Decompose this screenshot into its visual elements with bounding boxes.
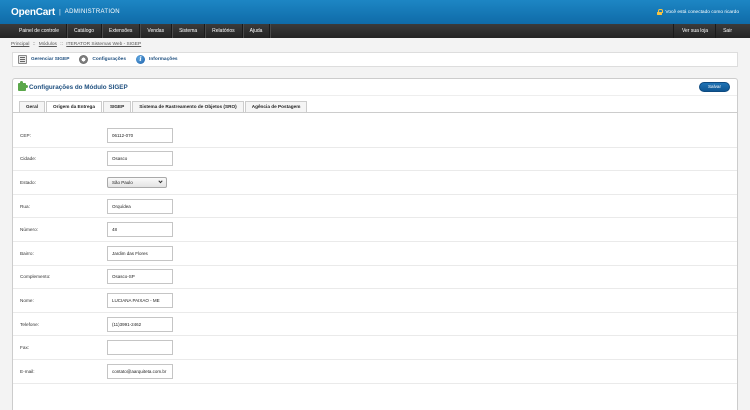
tab-origin[interactable]: Origem da Entrega [46,101,102,112]
tab-general[interactable]: Geral [19,101,45,112]
form-row-nome: Nome: [13,289,737,313]
form-row-complemento: Complemento: [13,266,737,290]
menu-item-extensions[interactable]: Extensões [102,24,141,38]
cep-input[interactable] [107,127,173,143]
login-status-text: Você está conectado como ricardo [665,9,739,15]
info-link[interactable]: i Informações [136,55,178,64]
nome-input[interactable] [107,292,173,308]
login-status: Você está conectado como ricardo [657,9,739,15]
puzzle-icon [18,81,28,91]
menu-right: Ver sua loja Sair [672,24,739,38]
lock-icon [657,9,664,15]
form-row-fax: Fax: [13,336,737,360]
form-row-cidade: Cidade: [13,148,737,172]
breadcrumb-separator: :: [60,42,63,47]
menu-item-sales[interactable]: Vendas [140,24,173,38]
menu-item-dashboard[interactable]: Painel de controle [11,24,68,38]
save-button[interactable]: Salvar [698,82,730,92]
email-label: E-mail: [20,368,35,374]
complemento-label: Complemento: [20,274,51,280]
info-label: Informações [149,57,178,62]
logo-separator: | [58,8,61,16]
settings-label: Configurações [92,57,126,62]
form-row-telefone: Telefone: [13,313,737,337]
estado-label: Estado: [20,179,36,185]
complemento-input[interactable] [107,269,173,285]
nome-label: Nome: [20,297,34,303]
rua-label: Rua: [20,203,30,209]
tab-sigep[interactable]: SIGEP [102,101,132,112]
module-linkbar: Gerenciar SIGEP Configurações i Informaç… [12,52,738,67]
menu-item-catalog[interactable]: Catálogo [67,24,103,38]
numero-label: Número: [20,227,38,233]
cidade-input[interactable] [107,151,173,167]
bairro-label: Bairro: [20,250,34,256]
menu-item-logout[interactable]: Sair [715,24,739,38]
bairro-input[interactable] [107,245,173,261]
admin-subtitle: ADMINISTRATION [64,9,120,15]
breadcrumb-modules[interactable]: Módulos [39,42,57,47]
manage-sigep-label: Gerenciar SIGEP [31,57,70,62]
breadcrumb-sigep[interactable]: ITERATOR Sistemas Web - SIGEP [66,42,141,47]
menu-item-reports[interactable]: Relatórios [205,24,243,38]
page-title: Configurações do Módulo SIGEP [29,83,128,91]
gear-icon [79,55,89,64]
settings-link[interactable]: Configurações [79,55,126,64]
form-row-email: E-mail: [13,360,737,384]
opencart-logo[interactable]: OpenCart [11,7,55,18]
form-row-numero: Número: [13,218,737,242]
settings-panel: Configurações do Módulo SIGEP Salvar Ger… [12,78,738,410]
breadcrumb: Principal :: Módulos :: ITERATOR Sistema… [0,38,750,49]
estado-select[interactable]: São Paulo [107,176,167,188]
fax-input[interactable] [107,340,173,356]
breadcrumb-separator: :: [32,42,36,47]
email-input[interactable] [107,363,173,379]
form-row-estado: Estado: São Paulo [13,171,737,195]
document-icon [18,55,27,64]
info-icon: i [136,55,145,64]
top-header: OpenCart | ADMINISTRATION Você está cone… [0,0,750,24]
estado-selected: São Paulo [112,179,133,185]
telefone-label: Telefone: [20,321,40,327]
cidade-label: Cidade: [20,156,37,162]
origin-form: CEP: Cidade: Estado: São Paulo Rua: Núme… [13,113,737,384]
manage-sigep-link[interactable]: Gerenciar SIGEP [18,55,69,64]
main-menu: Painel de controle Catálogo Extensões Ve… [0,24,750,38]
numero-input[interactable] [107,222,173,238]
form-row-rua: Rua: [13,195,737,219]
menu-item-system[interactable]: Sistema [172,24,206,38]
tab-agency[interactable]: Agência de Postagem [244,101,308,112]
form-row-bairro: Bairro: [13,242,737,266]
breadcrumb-home[interactable]: Principal [11,42,29,47]
chevron-down-icon [158,178,163,184]
tab-tracking[interactable]: Sistema de Rastreamento de Objetos (SRO) [132,101,244,112]
telefone-input[interactable] [107,316,173,332]
menu-item-view-store[interactable]: Ver sua loja [672,24,715,38]
tab-bar: Geral Origem da Entrega SIGEP Sistema de… [19,101,737,112]
menu-item-help[interactable]: Ajuda [243,24,271,38]
panel-header: Configurações do Módulo SIGEP Salvar [13,79,737,96]
cep-label: CEP: [20,132,31,138]
form-row-cep: CEP: [13,124,737,148]
fax-label: Fax: [20,345,30,351]
rua-input[interactable] [107,198,173,214]
